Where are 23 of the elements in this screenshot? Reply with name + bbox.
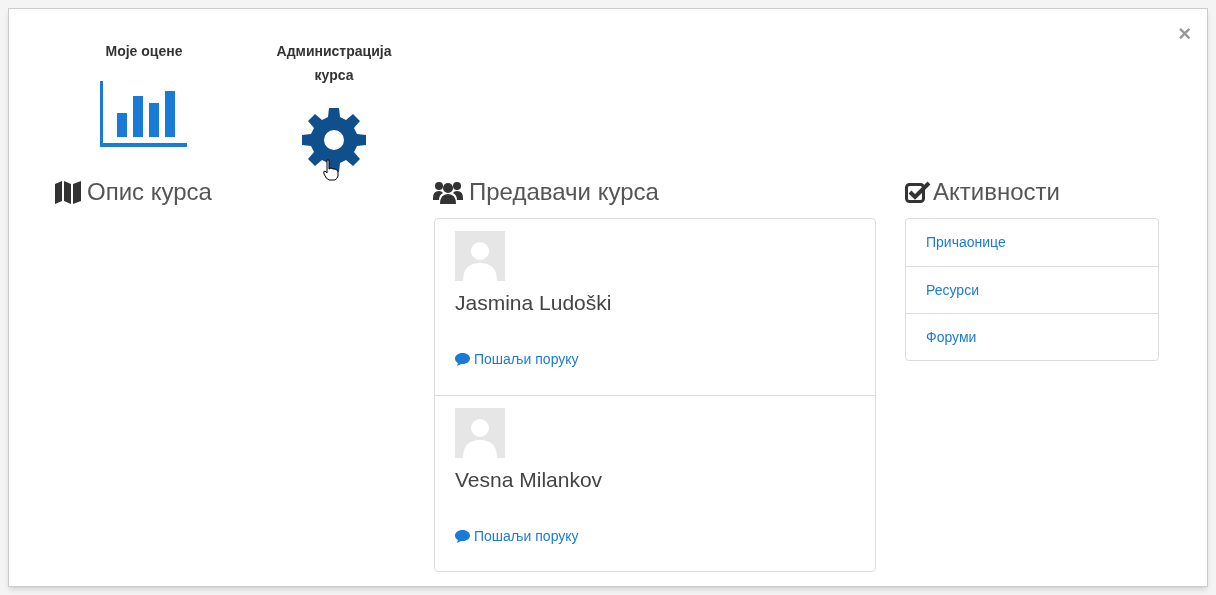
activity-link[interactable]: Форуми xyxy=(926,326,977,348)
hand-cursor-icon xyxy=(323,159,339,181)
close-button[interactable]: × xyxy=(1178,23,1191,45)
gear-icon[interactable] xyxy=(301,107,367,173)
teacher-name: Jasmina Ludoški xyxy=(455,290,613,316)
section-heading: Опис курса xyxy=(87,177,212,207)
map-icon xyxy=(55,180,81,204)
activity-link[interactable]: Причаонице xyxy=(926,232,1006,253)
teacher-name: Vesna Milankov xyxy=(455,467,604,493)
users-icon xyxy=(433,180,463,204)
tile-label[interactable]: Моје оцене xyxy=(74,39,214,63)
speech-bubble-icon xyxy=(455,352,470,366)
section-heading: Активности xyxy=(933,177,1060,207)
send-message-link[interactable]: Пошаљи поруку xyxy=(455,348,579,370)
send-message-link[interactable]: Пошаљи поруку xyxy=(455,525,579,547)
avatar-icon xyxy=(455,408,505,458)
speech-bubble-icon xyxy=(455,529,470,543)
section-heading: Предавачи курса xyxy=(469,177,659,207)
tile-label[interactable]: Администрација курса xyxy=(264,39,404,87)
avatar-icon xyxy=(455,231,505,281)
checkbox-icon xyxy=(905,181,931,203)
activity-link[interactable]: Ресурси xyxy=(926,279,979,301)
bar-chart-icon[interactable] xyxy=(100,81,188,147)
